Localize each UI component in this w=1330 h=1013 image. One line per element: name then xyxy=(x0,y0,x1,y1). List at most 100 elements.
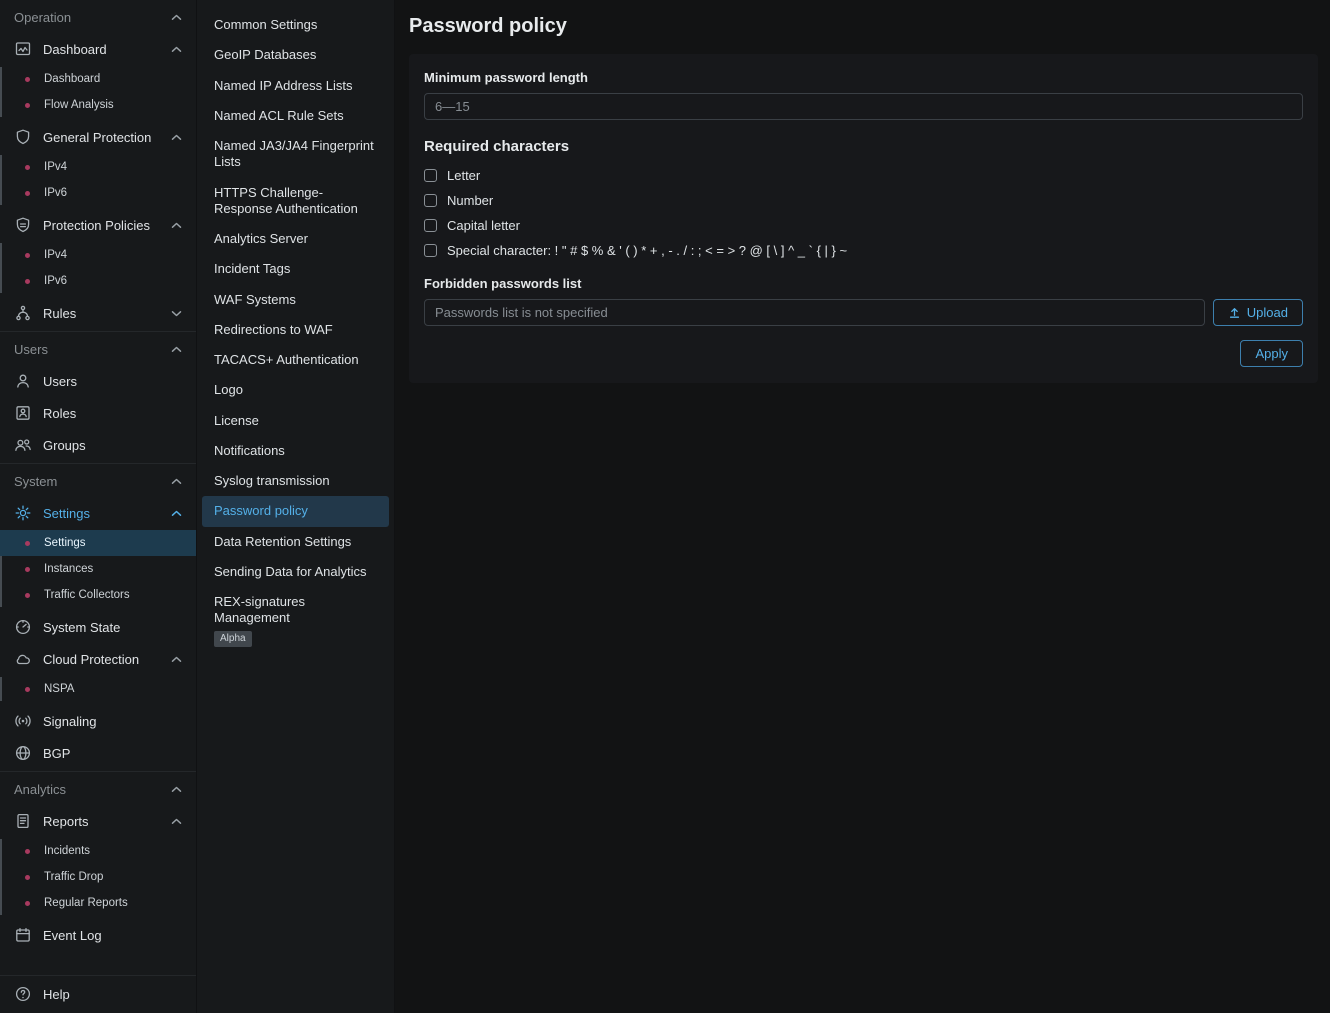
help-icon xyxy=(14,985,32,1003)
cloud-protection-children: NSPA xyxy=(0,675,196,705)
submenu-item-logo[interactable]: Logo xyxy=(202,375,389,405)
submenu-item-named-ja3-ja4-fingerprint-lists[interactable]: Named JA3/JA4 Fingerprint Lists xyxy=(202,131,389,178)
sidebar-subitem-dashboard[interactable]: Dashboard xyxy=(0,66,196,92)
section-header-analytics[interactable]: Analytics xyxy=(0,772,196,805)
sidebar-section-users: Users Users Roles Groups xyxy=(0,331,196,463)
sidebar-item-users[interactable]: Users xyxy=(0,365,196,397)
sidebar-subitem-flow-analysis[interactable]: Flow Analysis xyxy=(0,92,196,118)
sidebar-item-event-log[interactable]: Event Log xyxy=(0,919,196,951)
main-content: Password policy Minimum password length … xyxy=(395,0,1330,1013)
submenu-item-redirections-to-waf[interactable]: Redirections to WAF xyxy=(202,315,389,345)
submenu-item-incident-tags[interactable]: Incident Tags xyxy=(202,254,389,284)
sidebar-subitem-settings[interactable]: Settings xyxy=(0,530,196,556)
sidebar-item-dashboard[interactable]: Dashboard xyxy=(0,33,196,65)
submenu-item-password-policy[interactable]: Password policy xyxy=(202,496,389,526)
submenu-item-syslog-transmission[interactable]: Syslog transmission xyxy=(202,466,389,496)
globe-icon xyxy=(14,744,32,762)
submenu-item-label: REX-signatures Management xyxy=(214,594,305,625)
sidebar-item-rules[interactable]: Rules xyxy=(0,297,196,329)
checkbox-row-capital-letter[interactable]: Capital letter xyxy=(424,213,1303,238)
apply-row: Apply xyxy=(424,340,1303,367)
checkbox-label: Letter xyxy=(447,168,480,183)
roles-icon xyxy=(14,404,32,422)
checkbox-label: Capital letter xyxy=(447,218,520,233)
submenu-item-data-retention-settings[interactable]: Data Retention Settings xyxy=(202,527,389,557)
section-header-system[interactable]: System xyxy=(0,464,196,497)
submenu-item-waf-systems[interactable]: WAF Systems xyxy=(202,285,389,315)
section-title: Users xyxy=(14,342,48,357)
submenu-item-named-ip-address-lists[interactable]: Named IP Address Lists xyxy=(202,71,389,101)
checkbox-row-letter[interactable]: Letter xyxy=(424,163,1303,188)
capital-letter-checkbox[interactable] xyxy=(424,219,437,232)
sidebar-section-analytics: Analytics Reports Incidents Traffic Drop… xyxy=(0,771,196,953)
checkbox-row-number[interactable]: Number xyxy=(424,188,1303,213)
submenu-item-tacacs-authentication[interactable]: TACACS+ Authentication xyxy=(202,345,389,375)
sidebar-item-protection-policies[interactable]: Protection Policies xyxy=(0,209,196,241)
dashboard-icon xyxy=(14,40,32,58)
sidebar-item-bgp[interactable]: BGP xyxy=(0,737,196,769)
protection-policies-children: IPv4 IPv6 xyxy=(0,241,196,297)
apply-button[interactable]: Apply xyxy=(1240,340,1303,367)
sidebar-item-groups[interactable]: Groups xyxy=(0,429,196,461)
gauge-icon xyxy=(14,618,32,636)
settings-submenu: Common Settings GeoIP Databases Named IP… xyxy=(197,0,395,1013)
checkbox-row-special-character[interactable]: Special character: ! " # $ % & ' ( ) * +… xyxy=(424,238,1303,263)
sidebar-subitem-ipv4[interactable]: IPv4 xyxy=(0,154,196,180)
policies-icon xyxy=(14,216,32,234)
submenu-item-geoip-databases[interactable]: GeoIP Databases xyxy=(202,40,389,70)
chevron-up-icon xyxy=(171,510,182,517)
forbidden-passwords-label: Forbidden passwords list xyxy=(424,276,1303,291)
signal-icon xyxy=(14,712,32,730)
sidebar-subitem-ipv6[interactable]: IPv6 xyxy=(0,180,196,206)
submenu-item-license[interactable]: License xyxy=(202,406,389,436)
letter-checkbox[interactable] xyxy=(424,169,437,182)
chevron-up-icon xyxy=(171,786,182,793)
sidebar-item-reports[interactable]: Reports xyxy=(0,805,196,837)
sidebar-subitem-regular-reports[interactable]: Regular Reports xyxy=(0,890,196,916)
chevron-up-icon xyxy=(171,222,182,229)
sidebar-item-cloud-protection[interactable]: Cloud Protection xyxy=(0,643,196,675)
submenu-item-analytics-server[interactable]: Analytics Server xyxy=(202,224,389,254)
section-header-users[interactable]: Users xyxy=(0,332,196,365)
submenu-item-notifications[interactable]: Notifications xyxy=(202,436,389,466)
upload-button[interactable]: Upload xyxy=(1213,299,1303,326)
special-character-checkbox[interactable] xyxy=(424,244,437,257)
sidebar-section-operation: Operation Dashboard Dashboard Flow Analy… xyxy=(0,0,196,331)
forbidden-passwords-row: Upload xyxy=(424,299,1303,326)
sidebar-subitem-ipv6[interactable]: IPv6 xyxy=(0,268,196,294)
sidebar-item-settings[interactable]: Settings xyxy=(0,497,196,529)
rules-icon xyxy=(14,304,32,322)
groups-icon xyxy=(14,436,32,454)
protection-icon xyxy=(14,128,32,146)
sidebar-subitem-traffic-drop[interactable]: Traffic Drop xyxy=(0,864,196,890)
forbidden-passwords-input[interactable] xyxy=(424,299,1205,326)
submenu-item-common-settings[interactable]: Common Settings xyxy=(202,10,389,40)
sidebar-subitem-instances[interactable]: Instances xyxy=(0,556,196,582)
settings-children: Settings Instances Traffic Collectors xyxy=(0,529,196,611)
sidebar-subitem-traffic-collectors[interactable]: Traffic Collectors xyxy=(0,582,196,608)
gear-icon xyxy=(14,504,32,522)
submenu-item-https-challenge-response-authentication[interactable]: HTTPS Challenge-Response Authentication xyxy=(202,178,389,225)
sidebar-item-system-state[interactable]: System State xyxy=(0,611,196,643)
chevron-up-icon xyxy=(171,14,182,21)
sidebar-item-general-protection[interactable]: General Protection xyxy=(0,121,196,153)
sidebar-item-signaling[interactable]: Signaling xyxy=(0,705,196,737)
cloud-icon xyxy=(14,650,32,668)
checkbox-label: Special character: ! " # $ % & ' ( ) * +… xyxy=(447,243,847,258)
section-header-operation[interactable]: Operation xyxy=(0,0,196,33)
sidebar-subitem-incidents[interactable]: Incidents xyxy=(0,838,196,864)
sidebar-subitem-nspa[interactable]: NSPA xyxy=(0,676,196,702)
sidebar-item-roles[interactable]: Roles xyxy=(0,397,196,429)
chevron-up-icon xyxy=(171,134,182,141)
submenu-item-sending-data-for-analytics[interactable]: Sending Data for Analytics xyxy=(202,557,389,587)
submenu-item-rex-signatures-management[interactable]: REX-signatures Management Alpha xyxy=(202,587,389,654)
sidebar-subitem-ipv4[interactable]: IPv4 xyxy=(0,242,196,268)
apply-button-label: Apply xyxy=(1255,346,1288,361)
sidebar-item-help[interactable]: Help xyxy=(0,975,196,1013)
min-length-input[interactable] xyxy=(424,93,1303,120)
dashboard-children: Dashboard Flow Analysis xyxy=(0,65,196,121)
submenu-item-named-acl-rule-sets[interactable]: Named ACL Rule Sets xyxy=(202,101,389,131)
report-icon xyxy=(14,812,32,830)
reports-children: Incidents Traffic Drop Regular Reports xyxy=(0,837,196,919)
number-checkbox[interactable] xyxy=(424,194,437,207)
